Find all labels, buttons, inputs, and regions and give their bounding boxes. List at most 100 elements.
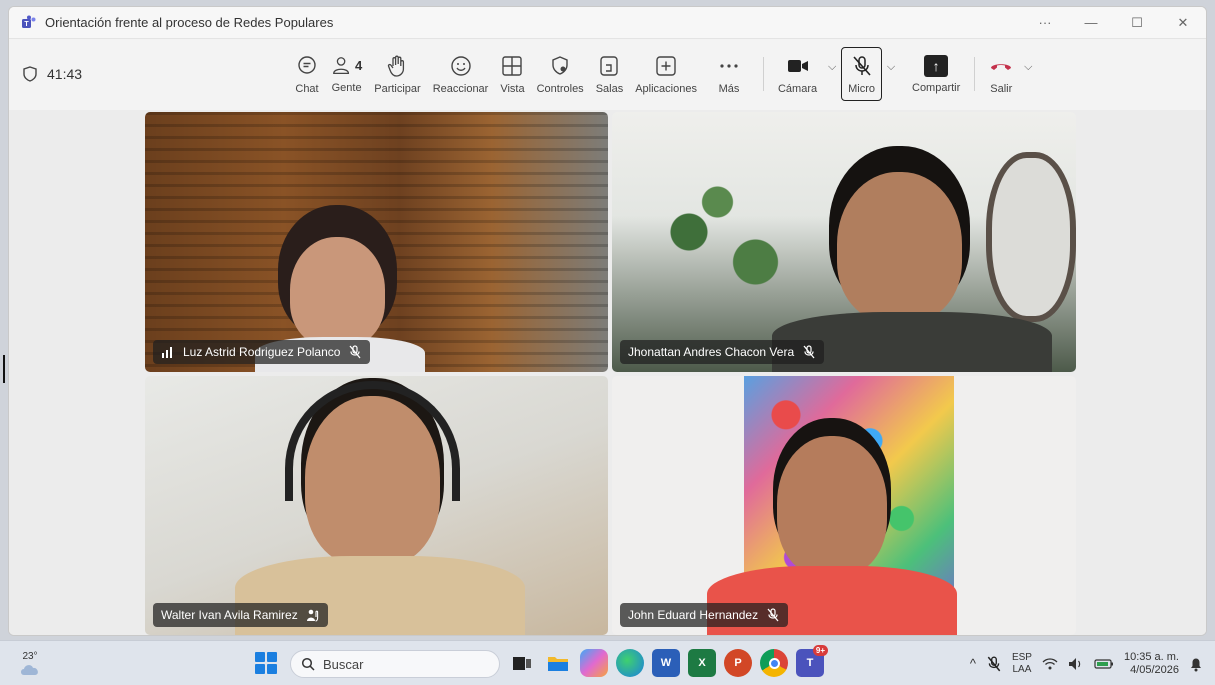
headphones — [285, 381, 460, 501]
video-stage: Luz Astrid Rodriguez Polanco Jhonattan A… — [9, 110, 1206, 635]
participant-name-tag: Walter Ivan Avila Ramirez — [153, 603, 328, 627]
task-view-icon[interactable] — [508, 649, 536, 677]
participant-name: Walter Ivan Avila Ramirez — [161, 608, 298, 622]
background-plants — [632, 172, 822, 322]
grid-view-icon — [502, 55, 523, 76]
toolbar-divider — [762, 57, 764, 91]
windows-taskbar: 23° Buscar W X P T 9+ ^ ESP LAA 10:35 a. … — [0, 640, 1215, 685]
close-button[interactable]: ✕ — [1160, 7, 1206, 39]
battery-icon[interactable] — [1094, 658, 1114, 670]
excel-icon[interactable]: X — [688, 649, 716, 677]
people-icon — [333, 56, 350, 74]
share-button[interactable]: ↑ Compartir — [906, 45, 966, 103]
share-screen-icon: ↑ — [924, 54, 949, 77]
video-tile[interactable]: Luz Astrid Rodriguez Polanco — [145, 112, 608, 372]
view-label: Vista — [500, 82, 525, 95]
maximize-button[interactable]: ☐ — [1114, 7, 1160, 39]
mic-label: Micro — [848, 82, 875, 95]
more-label: Más — [718, 82, 740, 95]
chrome-icon[interactable] — [760, 649, 788, 677]
people-button[interactable]: 4 Gente — [325, 45, 368, 103]
search-placeholder: Buscar — [323, 656, 364, 672]
notification-bell-icon[interactable] — [1189, 656, 1203, 672]
camera-icon — [787, 59, 808, 72]
wifi-icon[interactable] — [1042, 657, 1058, 671]
background-mirror — [986, 152, 1076, 322]
mic-button[interactable]: Micro — [841, 47, 882, 101]
mic-options-chevron-icon[interactable]: ⌵ — [882, 61, 900, 74]
chat-button[interactable]: Chat — [289, 45, 325, 103]
rooms-button[interactable]: Salas — [590, 45, 630, 103]
leave-options-chevron-icon[interactable]: ⌵ — [1019, 61, 1037, 74]
people-label: Gente — [331, 81, 362, 94]
text-cursor — [3, 355, 5, 383]
camera-options-chevron-icon[interactable]: ⌵ — [823, 61, 841, 74]
rooms-label: Salas — [595, 82, 624, 95]
copilot-icon[interactable] — [580, 649, 608, 677]
more-dots-icon — [720, 63, 738, 68]
meeting-timer: 41:43 — [19, 66, 289, 82]
teams-meeting-window: T Orientación frente al proceso de Redes… — [8, 6, 1207, 636]
toolbar-divider-2 — [974, 57, 976, 91]
view-button[interactable]: Vista — [494, 45, 530, 103]
controls-button[interactable]: Controles — [531, 45, 590, 103]
title-bar: T Orientación frente al proceso de Redes… — [9, 7, 1206, 39]
teams-notification-badge: 9+ — [812, 645, 828, 656]
mic-off-icon — [803, 345, 815, 359]
video-tile[interactable]: John Eduard Hernandez — [612, 376, 1076, 635]
window-title: Orientación frente al proceso de Redes P… — [45, 15, 334, 30]
react-button[interactable]: Reaccionar — [427, 45, 495, 103]
powerpoint-icon[interactable]: P — [724, 649, 752, 677]
taskbar-clock[interactable]: 10:35 a. m. 4/05/2026 — [1124, 651, 1179, 677]
file-explorer-icon[interactable] — [544, 649, 572, 677]
teams-icon[interactable]: T 9+ — [796, 645, 828, 677]
participant-name: John Eduard Hernandez — [628, 608, 759, 622]
edge-icon[interactable] — [616, 649, 644, 677]
participant-name: Luz Astrid Rodriguez Polanco — [183, 345, 341, 359]
clock-date: 4/05/2026 — [1130, 663, 1179, 676]
raise-hand-button[interactable]: Participar — [368, 45, 426, 103]
chat-label: Chat — [295, 82, 319, 95]
svg-text:T: T — [24, 21, 29, 28]
apps-button[interactable]: Aplicaciones — [629, 45, 703, 103]
more-button[interactable]: Más — [703, 45, 755, 103]
add-app-icon — [656, 55, 676, 76]
background-shutters — [145, 112, 608, 372]
meeting-toolbar: 41:43 Chat 4 Gente Participar Reaccionar… — [9, 39, 1206, 109]
apps-label: Aplicaciones — [635, 82, 697, 95]
mic-off-icon — [767, 608, 779, 622]
share-label: Compartir — [912, 81, 961, 94]
react-label: Reaccionar — [432, 82, 489, 95]
controls-label: Controles — [536, 82, 584, 95]
keyboard-layout: LAA — [1012, 663, 1032, 675]
mic-off-icon — [349, 345, 361, 359]
timer-text: 41:43 — [47, 66, 83, 82]
leave-button[interactable]: Salir — [983, 45, 1019, 103]
input-language[interactable]: ESP LAA — [1012, 652, 1032, 676]
raised-hand-icon — [306, 609, 318, 622]
minimize-button[interactable]: — — [1068, 7, 1114, 39]
weather-temp: 23° — [22, 650, 38, 662]
taskbar-search[interactable]: Buscar — [290, 650, 500, 678]
chat-icon — [298, 55, 316, 74]
camera-label: Cámara — [777, 82, 818, 95]
hang-up-icon — [991, 63, 1012, 70]
word-icon[interactable]: W — [652, 649, 680, 677]
video-tile[interactable]: Walter Ivan Avila Ramirez — [145, 376, 608, 635]
video-tile[interactable]: Jhonattan Andres Chacon Vera — [612, 112, 1076, 372]
participant-name: Jhonattan Andres Chacon Vera — [628, 345, 795, 359]
weather-widget[interactable]: 23° — [0, 651, 60, 676]
start-button[interactable] — [255, 652, 277, 674]
camera-button[interactable]: Cámara — [772, 45, 823, 103]
breakout-rooms-icon — [600, 55, 619, 76]
volume-icon[interactable] — [1068, 657, 1084, 671]
raise-hand-label: Participar — [374, 82, 421, 95]
chevron-up-icon[interactable]: ^ — [970, 656, 976, 671]
mic-off-icon[interactable] — [986, 655, 1002, 672]
more-options-button[interactable]: ··· — [1022, 7, 1068, 39]
participant-video — [777, 436, 887, 576]
participant-name-tag: Luz Astrid Rodriguez Polanco — [153, 340, 371, 364]
shield-settings-icon — [552, 55, 568, 75]
signal-bars-icon — [162, 347, 172, 358]
hand-icon — [388, 55, 405, 77]
